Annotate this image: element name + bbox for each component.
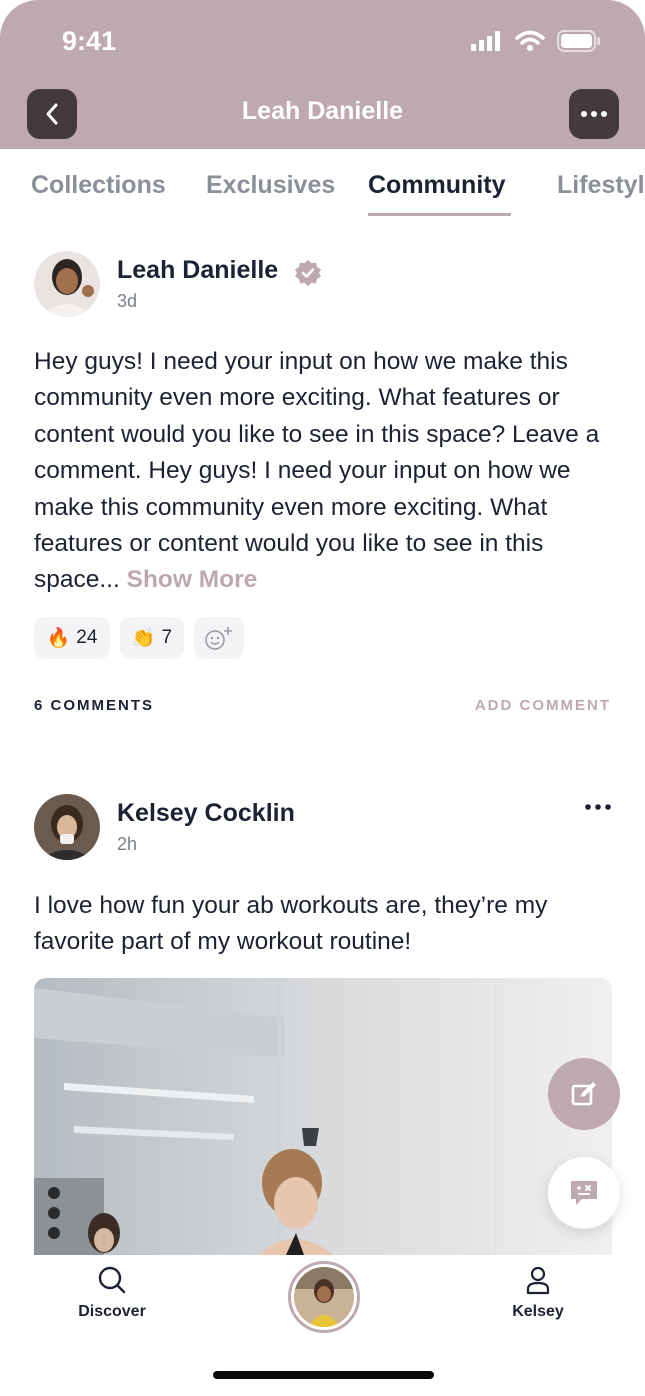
verified-badge-icon (295, 260, 321, 286)
post-timestamp: 3d (117, 291, 138, 311)
more-options-button[interactable] (569, 89, 619, 139)
wifi-icon (515, 30, 545, 51)
tab-collections[interactable]: Collections (31, 171, 166, 200)
comment-timestamp: 2h (117, 834, 138, 854)
reaction-count: 7 (161, 627, 173, 648)
search-icon (98, 1266, 126, 1294)
nav-creator-home[interactable] (288, 1261, 360, 1333)
clap-emoji-icon: 👏 (131, 628, 156, 649)
edit-icon (571, 1082, 596, 1106)
avatar-image (34, 794, 100, 860)
home-indicator (213, 1371, 434, 1379)
post-text: Hey guys! I need your input on how we ma… (34, 348, 600, 594)
chat-emoji-icon (571, 1181, 597, 1205)
commenter-avatar[interactable] (34, 794, 100, 860)
signal-icon (471, 31, 500, 51)
add-comment-button[interactable]: ADD COMMENT (475, 697, 611, 714)
active-tab-indicator (368, 213, 511, 216)
ellipsis-icon (581, 111, 607, 117)
tab-lifestyle[interactable]: Lifestyl (557, 171, 645, 200)
show-more-link[interactable]: Show More (127, 566, 258, 593)
status-icons (471, 30, 601, 52)
tab-bar: Collections Exclusives Community Lifesty… (0, 150, 645, 220)
author-avatar[interactable] (34, 251, 100, 317)
comment-body: I love how fun your ab workouts are, the… (34, 892, 548, 956)
gym-photo-image (34, 978, 612, 1255)
top-header: 9:41 Leah Danielle (0, 0, 645, 149)
nav-discover-label: Discover (78, 1303, 146, 1320)
tab-community[interactable]: Community (368, 171, 506, 200)
comment-photo[interactable] (34, 978, 612, 1255)
comments-count[interactable]: 6 COMMENTS (34, 697, 154, 714)
nav-profile-label: Kelsey (512, 1303, 564, 1320)
reaction-count: 24 (76, 627, 98, 648)
comment-author-name[interactable]: Kelsey Cocklin (117, 799, 295, 828)
feedback-chat-button[interactable] (548, 1157, 620, 1229)
creator-avatar-image (294, 1267, 354, 1327)
person-icon (526, 1266, 550, 1295)
post-body: Hey guys! I need your input on how we ma… (34, 344, 614, 599)
reaction-clap[interactable]: 👏 7 (120, 617, 184, 659)
add-reaction-button[interactable] (194, 617, 244, 659)
avatar-image (34, 251, 100, 317)
reaction-fire[interactable]: 🔥 24 (34, 617, 110, 659)
nav-discover[interactable]: Discover (73, 1265, 151, 1321)
status-time: 9:41 (62, 26, 117, 56)
nav-profile[interactable]: Kelsey (499, 1265, 577, 1321)
page-title: Leah Danielle (241, 97, 404, 125)
comment-more-icon[interactable] (583, 796, 613, 816)
compose-post-button[interactable] (548, 1058, 620, 1130)
add-emoji-icon (205, 627, 232, 650)
fire-emoji-icon: 🔥 (46, 628, 71, 649)
post-author-name[interactable]: Leah Danielle (117, 256, 278, 285)
app-screen: 9:41 Leah Danielle Collections Exclusive… (0, 0, 645, 1396)
battery-icon (557, 30, 600, 52)
tab-exclusives[interactable]: Exclusives (206, 171, 335, 200)
